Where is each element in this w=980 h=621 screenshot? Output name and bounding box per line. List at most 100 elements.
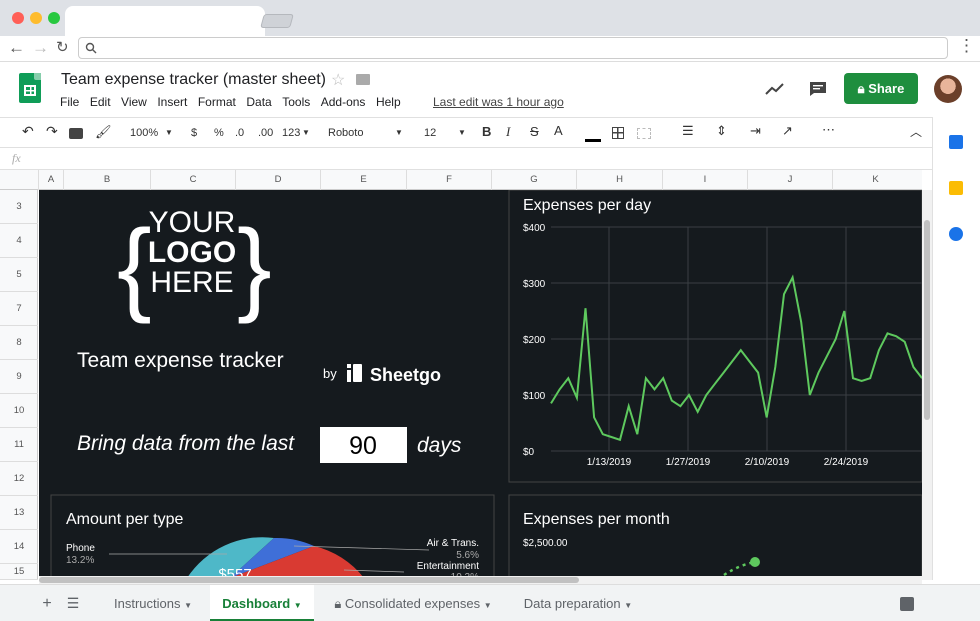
col-header-k[interactable]: K	[832, 170, 918, 190]
new-tab-button[interactable]	[260, 14, 294, 28]
row-header-4[interactable]: 4	[0, 224, 38, 258]
col-header-b[interactable]: B	[63, 170, 150, 190]
col-header-d[interactable]: D	[235, 170, 320, 190]
col-header-i[interactable]: I	[662, 170, 747, 190]
star-icon[interactable]: ☆	[331, 70, 345, 90]
row-header-5[interactable]: 5	[0, 258, 38, 292]
col-header-h[interactable]: H	[576, 170, 662, 190]
fill-color-icon[interactable]	[585, 139, 601, 142]
col-header-e[interactable]: E	[320, 170, 406, 190]
filter-prefix: Bring data from the last	[77, 432, 295, 455]
menu-file[interactable]: File	[60, 95, 79, 109]
collapse-chevron-up-icon[interactable]: ︿	[910, 125, 922, 139]
decrease-decimal-button[interactable]: .0	[235, 126, 244, 140]
row-header-12[interactable]: 12	[0, 462, 38, 496]
col-header-g[interactable]: G	[491, 170, 576, 190]
menu-data[interactable]: Data	[246, 95, 271, 109]
forward-icon[interactable]: →	[32, 38, 49, 58]
text-wrap-icon[interactable]: ⇥	[750, 124, 761, 138]
italic-icon[interactable]: I	[506, 125, 510, 139]
horizontal-scroll-thumb[interactable]	[39, 577, 579, 583]
vertical-align-icon[interactable]: ⇕	[716, 124, 727, 138]
address-bar: ← → ↻ ⋮	[0, 36, 980, 62]
menu-help[interactable]: Help	[376, 95, 401, 109]
col-header-a[interactable]: A	[38, 170, 63, 190]
col-header-c[interactable]: C	[150, 170, 235, 190]
explore-icon[interactable]	[900, 597, 914, 611]
row-header-10[interactable]: 10	[0, 394, 38, 428]
sheet-tab-dashboard[interactable]: Dashboard ▼	[210, 585, 314, 621]
lock-icon: 🔒︎	[857, 81, 869, 96]
calendar-icon[interactable]	[949, 135, 963, 149]
all-sheets-icon[interactable]: ☰	[63, 585, 83, 621]
menu-insert[interactable]: Insert	[157, 95, 187, 109]
month-chart-panel[interactable]	[508, 494, 922, 580]
row-header-13[interactable]: 13	[0, 496, 38, 530]
close-window-button[interactable]	[12, 12, 24, 24]
merge-cells-icon[interactable]	[637, 128, 651, 139]
doc-title[interactable]: Team expense tracker (master sheet)	[61, 71, 326, 89]
font-size-select[interactable]: 12	[424, 126, 436, 140]
percent-format-button[interactable]: %	[214, 126, 224, 140]
last-edit-link[interactable]: Last edit was 1 hour ago	[433, 95, 564, 109]
tasks-icon[interactable]	[949, 227, 963, 241]
zoom-select[interactable]: 100%	[130, 126, 158, 140]
redo-icon[interactable]: ↷	[46, 124, 58, 138]
share-button[interactable]: 🔒︎ Share	[844, 73, 918, 104]
row-header-15[interactable]: 15	[0, 564, 38, 580]
row-header-14[interactable]: 14	[0, 530, 38, 564]
url-input[interactable]	[78, 37, 948, 59]
trending-icon[interactable]	[765, 82, 785, 96]
vertical-scroll-thumb[interactable]	[924, 220, 930, 420]
horizontal-scrollbar[interactable]	[39, 576, 922, 584]
sheet-tab-instructions[interactable]: Instructions ▼	[98, 585, 208, 621]
row-header-8[interactable]: 8	[0, 326, 38, 360]
sheet-tab-consolidated[interactable]: 🔒︎ Consolidated expenses ▼	[316, 585, 510, 621]
undo-icon[interactable]: ↶	[22, 124, 34, 138]
row-header-9[interactable]: 9	[0, 360, 38, 394]
maximize-window-button[interactable]	[48, 12, 60, 24]
font-select[interactable]: Roboto	[328, 126, 363, 140]
reload-icon[interactable]: ↻	[56, 38, 69, 58]
menu-format[interactable]: Format	[198, 95, 236, 109]
vertical-scrollbar[interactable]	[922, 190, 932, 580]
lock-icon: 🔒︎	[334, 596, 342, 611]
strikethrough-icon[interactable]: S	[530, 125, 539, 139]
avatar[interactable]	[934, 75, 962, 103]
browser-tab-active[interactable]	[65, 6, 265, 36]
borders-icon[interactable]	[612, 127, 624, 139]
menu-view[interactable]: View	[121, 95, 147, 109]
text-color-icon[interactable]: A	[554, 124, 563, 138]
keep-icon[interactable]	[949, 181, 963, 195]
sheets-logo-icon[interactable]	[19, 73, 41, 103]
col-header-j[interactable]: J	[747, 170, 832, 190]
row-header-11[interactable]: 11	[0, 428, 38, 462]
pie-chart-title: Amount per type	[66, 511, 184, 528]
text-rotation-icon[interactable]: ↗	[782, 124, 793, 138]
row-header-3[interactable]: 3	[0, 190, 38, 224]
tab-chevron-down-icon: ▼	[483, 601, 492, 610]
minimize-window-button[interactable]	[30, 12, 42, 24]
sheet-tab-data-preparation[interactable]: Data preparation ▼	[512, 585, 644, 621]
menu-addons[interactable]: Add-ons	[321, 95, 366, 109]
folder-icon[interactable]	[356, 74, 370, 85]
paint-format-icon[interactable]: 🖌︎	[95, 125, 112, 139]
print-icon[interactable]	[69, 128, 83, 139]
comments-icon[interactable]	[809, 81, 827, 97]
more-icon[interactable]: ⋯	[822, 123, 835, 137]
row-header-7[interactable]: 7	[0, 292, 38, 326]
col-header-f[interactable]: F	[406, 170, 491, 190]
bold-icon[interactable]: B	[482, 125, 491, 139]
currency-format-button[interactable]: $	[191, 126, 197, 140]
number-format-select[interactable]: 123	[282, 126, 300, 140]
align-left-icon[interactable]: ☰	[682, 124, 694, 138]
back-icon[interactable]: ←	[8, 38, 25, 58]
menu-edit[interactable]: Edit	[90, 95, 111, 109]
add-sheet-icon[interactable]: +	[38, 585, 56, 621]
line-chart-panel[interactable]	[508, 190, 922, 483]
select-all-corner[interactable]	[0, 170, 38, 190]
formula-bar[interactable]: fx	[0, 148, 932, 170]
browser-menu-icon[interactable]: ⋮	[958, 36, 975, 56]
menu-tools[interactable]: Tools	[282, 95, 310, 109]
increase-decimal-button[interactable]: .00	[258, 126, 273, 140]
